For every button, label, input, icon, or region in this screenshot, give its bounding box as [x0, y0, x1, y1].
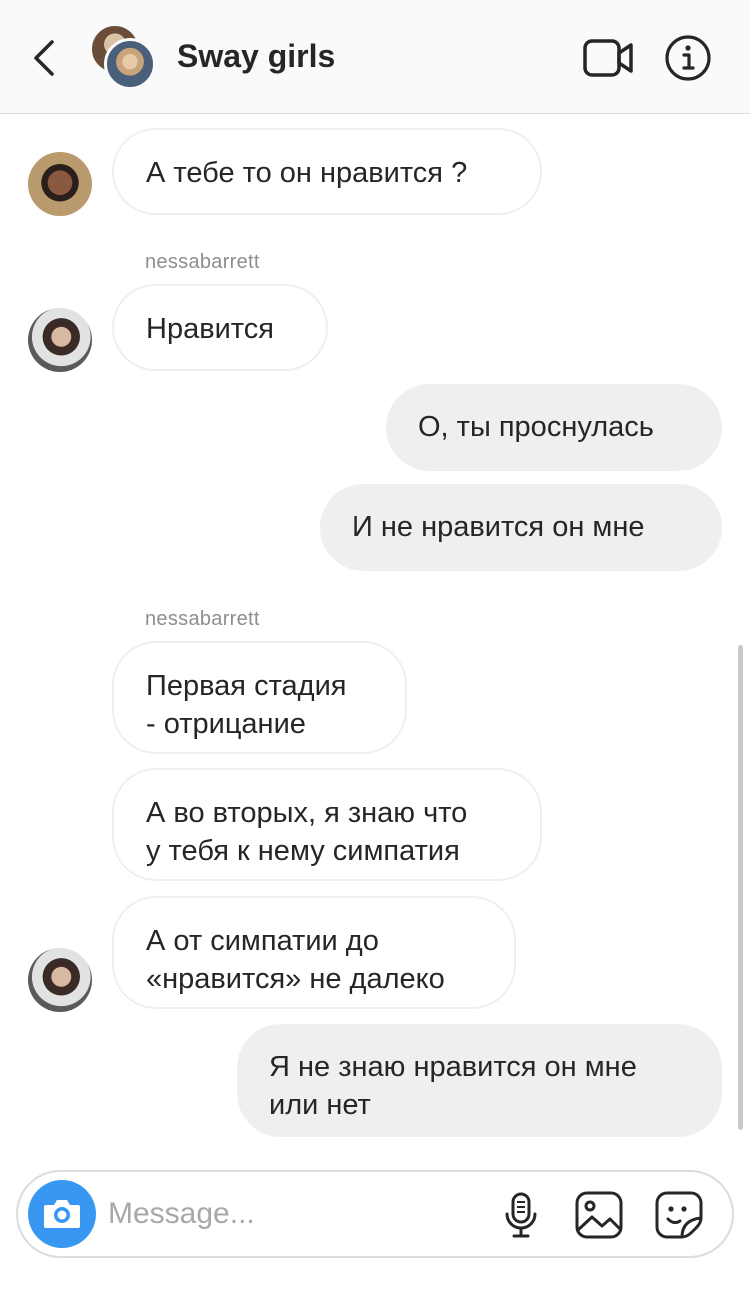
sender-avatar[interactable]	[28, 948, 92, 1012]
camera-button[interactable]	[28, 1180, 96, 1248]
message-input[interactable]	[108, 1190, 488, 1238]
message-text: Нравится	[146, 313, 274, 345]
message-text-line: или нет	[269, 1089, 371, 1121]
message-text-line: А во вторых, я знаю что	[146, 797, 468, 829]
sender-name: nessabarrett	[145, 251, 260, 273]
message-bubble-incoming[interactable]: А во вторых, я знаю что у тебя к нему си…	[112, 768, 542, 881]
message-text: А тебе то он нравится ?	[146, 157, 468, 189]
voice-message-button[interactable]	[496, 1190, 546, 1240]
message-text-line: Первая стадия	[146, 670, 347, 702]
sticker-button[interactable]	[654, 1190, 704, 1240]
sender-name: nessabarrett	[145, 608, 260, 630]
message-text: О, ты проснулась	[418, 411, 654, 443]
message-bubble-incoming[interactable]: А от симпатии до «нравится» не далеко	[112, 896, 516, 1009]
chat-header: Sway girls	[0, 0, 750, 114]
message-bubble-incoming[interactable]: Первая стадия - отрицание	[112, 641, 407, 754]
message-text: И не нравится он мне	[352, 511, 645, 543]
member-avatar	[104, 38, 156, 90]
message-text-line: А от симпатии до	[146, 925, 379, 957]
message-bubble-outgoing[interactable]: И не нравится он мне	[320, 484, 722, 571]
message-text-line: «нравится» не далеко	[146, 963, 445, 995]
back-button[interactable]	[26, 36, 66, 80]
sender-avatar[interactable]	[28, 152, 92, 216]
scrollbar[interactable]	[738, 645, 743, 1130]
camera-icon	[44, 1200, 80, 1228]
gallery-icon	[575, 1191, 623, 1239]
message-bubble-outgoing[interactable]: Я не знаю нравится он мне или нет	[237, 1024, 722, 1137]
info-icon	[665, 35, 711, 81]
sticker-icon	[655, 1191, 703, 1239]
group-avatar[interactable]	[90, 24, 160, 92]
message-bubble-outgoing[interactable]: О, ты проснулась	[386, 384, 722, 471]
message-bubble-incoming[interactable]: Нравится	[112, 284, 328, 371]
message-text-line: у тебя к нему симпатия	[146, 835, 460, 867]
message-thread[interactable]: А тебе то он нравится ? nessabarrett Нра…	[0, 115, 750, 1155]
chevron-left-icon	[34, 40, 54, 76]
sender-avatar[interactable]	[28, 308, 92, 372]
gallery-button[interactable]	[574, 1190, 624, 1240]
video-call-button[interactable]	[582, 36, 634, 80]
chat-title[interactable]: Sway girls	[177, 38, 335, 75]
info-button[interactable]	[664, 34, 712, 82]
microphone-icon	[505, 1192, 537, 1238]
message-text-line: Я не знаю нравится он мне	[269, 1051, 637, 1083]
message-bubble-incoming[interactable]: А тебе то он нравится ?	[112, 128, 542, 215]
message-text-line: - отрицание	[146, 708, 306, 740]
video-camera-icon	[583, 39, 633, 77]
message-composer	[16, 1170, 734, 1258]
